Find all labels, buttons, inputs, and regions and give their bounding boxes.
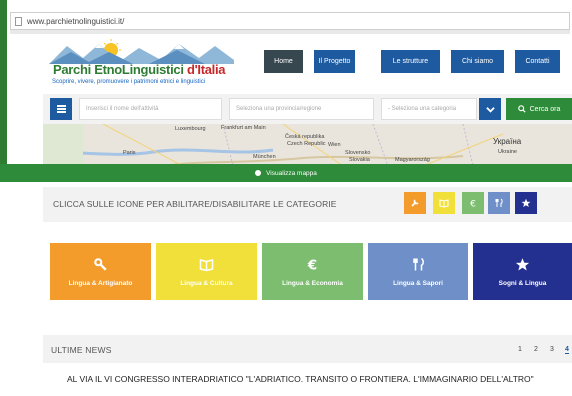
tile-label: Sogni & Lingua — [498, 279, 547, 287]
site-logo[interactable]: Parchi EtnoLinguistici d'Italia Scoprire… — [49, 38, 234, 90]
pagination-3[interactable]: 3 — [550, 346, 554, 353]
euro-icon: € — [307, 257, 317, 272]
category-dropdown-button[interactable] — [479, 98, 501, 120]
cutlery-icon — [412, 257, 424, 270]
svg-text:€: € — [470, 199, 476, 208]
map-label-ceska: Česká republika — [285, 134, 325, 140]
pagination-1[interactable]: 1 — [518, 346, 522, 353]
pagination-2[interactable]: 2 — [534, 346, 538, 353]
menu-button[interactable] — [50, 98, 72, 120]
nav-home[interactable]: Home — [264, 50, 303, 73]
star-icon — [515, 257, 530, 270]
map-label-czech: Czech Republic — [287, 141, 326, 147]
map-label-ukraina: Україна — [493, 137, 522, 146]
search-icon — [517, 105, 526, 113]
tile-label: Lingua & Economia — [282, 279, 343, 287]
map-label-slovakia: Slovakia — [349, 157, 370, 163]
toggle-cultura-button[interactable] — [433, 192, 455, 214]
book-icon — [199, 258, 214, 271]
map-label-luxembourg: Luxembourg — [175, 126, 206, 132]
tile-label: Lingua & Cultura — [180, 279, 233, 287]
tile-label: Lingua & Sapori — [393, 279, 443, 287]
toggle-artigianato-button[interactable] — [404, 192, 426, 214]
svg-text:€: € — [307, 257, 317, 272]
map-label-magyarorszag: Magyarország — [395, 157, 430, 163]
category-select[interactable]: - Seleziona una categoria — [381, 98, 477, 120]
tile-lingua-cultura[interactable]: Lingua & Cultura — [156, 243, 257, 300]
tools-icon — [94, 257, 107, 271]
province-select[interactable]: Seleziona una provincia/regione — [229, 98, 374, 120]
show-map-label: Visualizza mappa — [266, 169, 317, 177]
tile-lingua-economia[interactable]: € Lingua & Economia — [262, 243, 363, 300]
map-label-wien: Wien — [328, 142, 341, 148]
search-button-label: Cerca ora — [529, 105, 561, 113]
star-icon — [521, 198, 531, 207]
page-icon — [15, 16, 22, 26]
search-button[interactable]: Cerca ora — [506, 98, 572, 120]
tile-sogni-lingua[interactable]: Sogni & Lingua — [473, 243, 572, 300]
euro-icon: € — [470, 199, 476, 208]
tile-label: Lingua & Artigianato — [68, 279, 133, 287]
show-map-button[interactable]: Visualizza mappa — [0, 164, 572, 182]
chevron-down-icon — [485, 106, 495, 113]
tile-lingua-sapori[interactable]: Lingua & Sapori — [368, 243, 468, 300]
tile-lingua-artigianato[interactable]: Lingua & Artigianato — [50, 243, 151, 300]
toolbar-divider — [10, 30, 570, 34]
toggle-economia-button[interactable]: € — [462, 192, 484, 214]
category-instruction: CLICCA SULLE ICONE PER ABILITARE/DISABIL… — [53, 199, 337, 209]
url-text: www.parchietnolinguistici.it/ — [27, 16, 125, 26]
nav-contatti[interactable]: Contatti — [515, 50, 560, 73]
map-label-slovensko: Slovensko — [345, 150, 371, 156]
logo-title: Parchi EtnoLinguistici d'Italia — [53, 62, 226, 77]
nav-il-progetto[interactable]: Il Progetto — [314, 50, 355, 73]
tools-icon — [411, 199, 419, 207]
news-heading: ULTIME NEWS — [51, 345, 112, 355]
cutlery-icon — [495, 198, 503, 207]
logo-title-main: Parchi EtnoLinguistici — [53, 62, 184, 77]
news-header — [43, 335, 572, 363]
toggle-sogni-button[interactable] — [515, 192, 537, 214]
news-headline[interactable]: AL VIA IL VI CONGRESSO INTERADRIATICO "L… — [67, 374, 557, 385]
map-label-paris: Paris — [123, 150, 136, 156]
nav-le-strutture[interactable]: Le strutture — [381, 50, 440, 73]
map-view[interactable]: Luxembourg Frankfurt am Main Česká repub… — [43, 124, 572, 166]
logo-tagline: Scoprire, vivere, promuovere i patrimoni… — [52, 79, 206, 85]
map-toggle-icon — [255, 170, 262, 176]
map-label-ukraine: Ukraine — [498, 149, 517, 155]
address-bar[interactable]: www.parchietnolinguistici.it/ — [10, 12, 570, 30]
map-label-frankfurt: Frankfurt am Main — [221, 125, 266, 131]
map-label-munchen: München — [253, 154, 276, 160]
hamburger-icon — [56, 108, 66, 110]
mountains-logo-icon — [49, 38, 234, 64]
pagination-4[interactable]: 4 — [565, 346, 569, 354]
nav-chi-siamo[interactable]: Chi siamo — [451, 50, 504, 73]
left-green-strip — [0, 0, 7, 170]
activity-search-input[interactable]: Inserisci il nome dell'attività — [79, 98, 222, 120]
logo-title-italia: d'Italia — [186, 62, 226, 77]
book-icon — [439, 199, 449, 208]
toggle-sapori-button[interactable] — [488, 192, 510, 214]
